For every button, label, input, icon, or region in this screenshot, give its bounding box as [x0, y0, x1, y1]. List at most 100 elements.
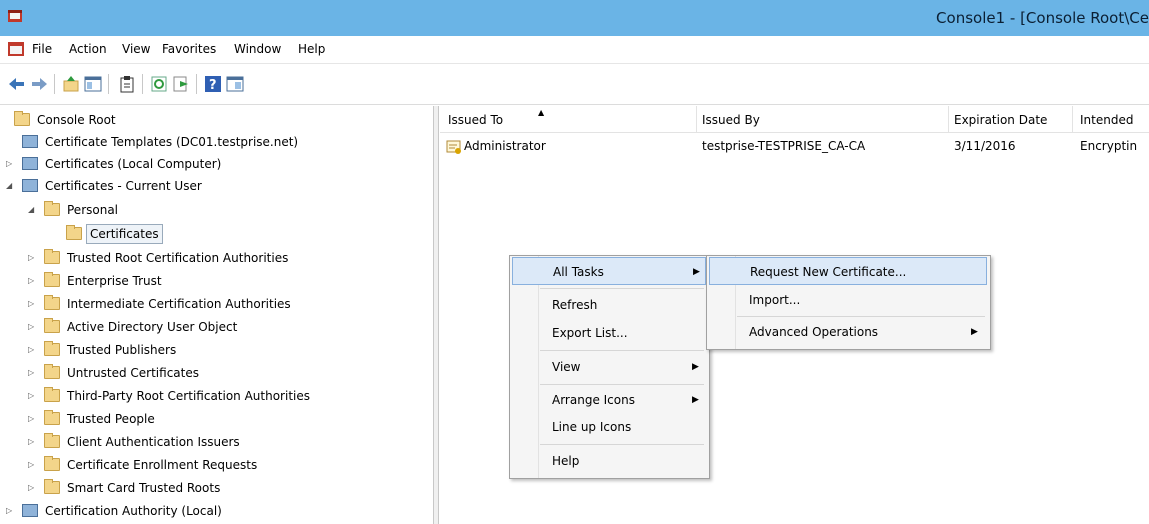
- clipboard-icon[interactable]: [118, 75, 136, 93]
- svg-text:?: ?: [209, 78, 217, 93]
- menu-item-line-up-icons[interactable]: Line up Icons: [512, 413, 706, 441]
- tree-node-label: Certification Authority (Local): [45, 504, 222, 518]
- up-folder-icon[interactable]: [62, 75, 80, 93]
- tree-node-label: Smart Card Trusted Roots: [67, 481, 221, 495]
- menu-item-arrange-icons[interactable]: Arrange Icons ▶: [512, 386, 706, 414]
- menu-favorites[interactable]: Favorites: [162, 42, 216, 56]
- folder-icon: [44, 272, 60, 287]
- expand-arrow-icon[interactable]: ▷: [6, 154, 16, 174]
- column-issued-to[interactable]: Issued To: [448, 113, 503, 127]
- menu-item-request-new-certificate[interactable]: Request New Certificate...: [709, 257, 987, 285]
- tree-node-label: Intermediate Certification Authorities: [67, 297, 291, 311]
- column-intended[interactable]: Intended: [1080, 113, 1133, 127]
- toolbar-separator: [196, 74, 197, 94]
- expand-arrow-icon[interactable]: ▷: [28, 271, 38, 291]
- menu-item-label: Advanced Operations: [749, 325, 879, 339]
- folder-icon: [44, 341, 60, 356]
- expand-arrow-icon[interactable]: ▷: [28, 317, 38, 337]
- menu-item-label: All Tasks: [553, 265, 604, 279]
- help-icon[interactable]: ?: [204, 75, 222, 93]
- menu-item-label: Export List...: [552, 326, 628, 340]
- column-divider[interactable]: [696, 106, 697, 132]
- collapse-arrow-icon[interactable]: ◢: [6, 176, 16, 196]
- certification-authority-icon: [22, 504, 38, 517]
- menu-item-all-tasks[interactable]: All Tasks ▶: [512, 257, 706, 285]
- toolbar: ?: [0, 64, 1149, 105]
- expand-arrow-icon[interactable]: ▷: [28, 455, 38, 475]
- folder-icon: [66, 225, 82, 240]
- folder-icon: [44, 318, 60, 333]
- cell-issued-by: testprise-TESTPRISE_CA-CA: [702, 139, 866, 153]
- menu-item-import[interactable]: Import...: [709, 286, 987, 314]
- column-divider[interactable]: [1072, 106, 1073, 132]
- expand-arrow-icon[interactable]: ▷: [6, 501, 16, 521]
- column-expiration-date[interactable]: Expiration Date: [954, 113, 1047, 127]
- column-header-row: Issued To ▲ Issued By Expiration Date In…: [440, 106, 1149, 133]
- cell-issued-to: Administrator: [464, 139, 546, 153]
- menu-view[interactable]: View: [122, 42, 150, 56]
- expand-arrow-icon[interactable]: ▷: [28, 409, 38, 429]
- menu-item-help[interactable]: Help: [512, 447, 706, 475]
- menu-item-export-list[interactable]: Export List...: [512, 319, 706, 347]
- certificate-icon: [446, 140, 461, 154]
- menu-item-view[interactable]: View ▶: [512, 353, 706, 381]
- tree-node-label: Enterprise Trust: [67, 274, 162, 288]
- folder-icon: [44, 433, 60, 448]
- menu-item-label: Line up Icons: [552, 420, 632, 434]
- folder-icon: [44, 456, 60, 471]
- expand-arrow-icon[interactable]: ▷: [28, 294, 38, 314]
- pane-splitter[interactable]: [433, 106, 439, 524]
- forward-icon[interactable]: [30, 75, 48, 93]
- expand-arrow-icon[interactable]: ▷: [28, 363, 38, 383]
- menu-window[interactable]: Window: [234, 42, 281, 56]
- menu-bar: File Action View Favorites Window Help: [0, 36, 1149, 64]
- expand-arrow-icon[interactable]: ▷: [28, 386, 38, 406]
- menu-item-label: View: [552, 360, 581, 374]
- tree-node-label: Certificates - Current User: [45, 179, 202, 193]
- menu-item-label: Arrange Icons: [552, 393, 635, 407]
- menu-separator: [540, 444, 704, 445]
- submenu-arrow-icon: ▶: [693, 267, 700, 277]
- sort-ascending-icon: ▲: [538, 108, 545, 117]
- expand-arrow-icon[interactable]: ▷: [28, 248, 38, 268]
- menu-item-refresh[interactable]: Refresh: [512, 291, 706, 319]
- folder-icon: [44, 410, 60, 425]
- tree-node-label: Certificates: [86, 224, 163, 244]
- console-tree: Console Root Certificate Templates (DC01…: [0, 106, 432, 524]
- collapse-arrow-icon[interactable]: ◢: [28, 200, 38, 220]
- folder-icon: [44, 387, 60, 402]
- properties-icon[interactable]: [226, 75, 244, 93]
- menu-item-label: Import...: [749, 293, 801, 307]
- folder-icon: [44, 201, 60, 216]
- menu-file[interactable]: File: [32, 42, 52, 56]
- menu-action[interactable]: Action: [69, 42, 107, 56]
- column-issued-by[interactable]: Issued By: [702, 113, 760, 127]
- folder-icon: [44, 295, 60, 310]
- folder-icon: [44, 364, 60, 379]
- expand-arrow-icon[interactable]: ▷: [28, 432, 38, 452]
- computer-icon: [22, 157, 38, 170]
- expand-arrow-icon[interactable]: ▷: [28, 340, 38, 360]
- show-hide-tree-icon[interactable]: [84, 75, 102, 93]
- window-title: Console1 - [Console Root\Ce: [936, 9, 1149, 27]
- computer-icon: [22, 179, 38, 192]
- cell-expiration-date: 3/11/2016: [954, 139, 1016, 153]
- back-icon[interactable]: [8, 75, 26, 93]
- expand-arrow-icon[interactable]: ▷: [28, 478, 38, 498]
- menu-item-label: Request New Certificate...: [750, 265, 907, 279]
- context-menu: All Tasks ▶ Refresh Export List... View …: [509, 255, 710, 479]
- submenu-arrow-icon: ▶: [971, 327, 978, 337]
- folder-icon: [44, 249, 60, 264]
- tree-node-label: Trusted Publishers: [67, 343, 177, 357]
- mmc-app-icon[interactable]: [7, 8, 23, 24]
- menu-item-label: Refresh: [552, 298, 598, 312]
- menu-help[interactable]: Help: [298, 42, 325, 56]
- refresh-icon[interactable]: [150, 75, 168, 93]
- menu-item-advanced-operations[interactable]: Advanced Operations ▶: [709, 318, 987, 346]
- menu-separator: [540, 350, 704, 351]
- title-bar: Console1 - [Console Root\Ce: [0, 0, 1149, 36]
- export-icon[interactable]: [172, 75, 190, 93]
- system-menu-icon[interactable]: [8, 42, 24, 56]
- tree-node-label: Certificate Templates (DC01.testprise.ne…: [45, 135, 299, 149]
- column-divider[interactable]: [948, 106, 949, 132]
